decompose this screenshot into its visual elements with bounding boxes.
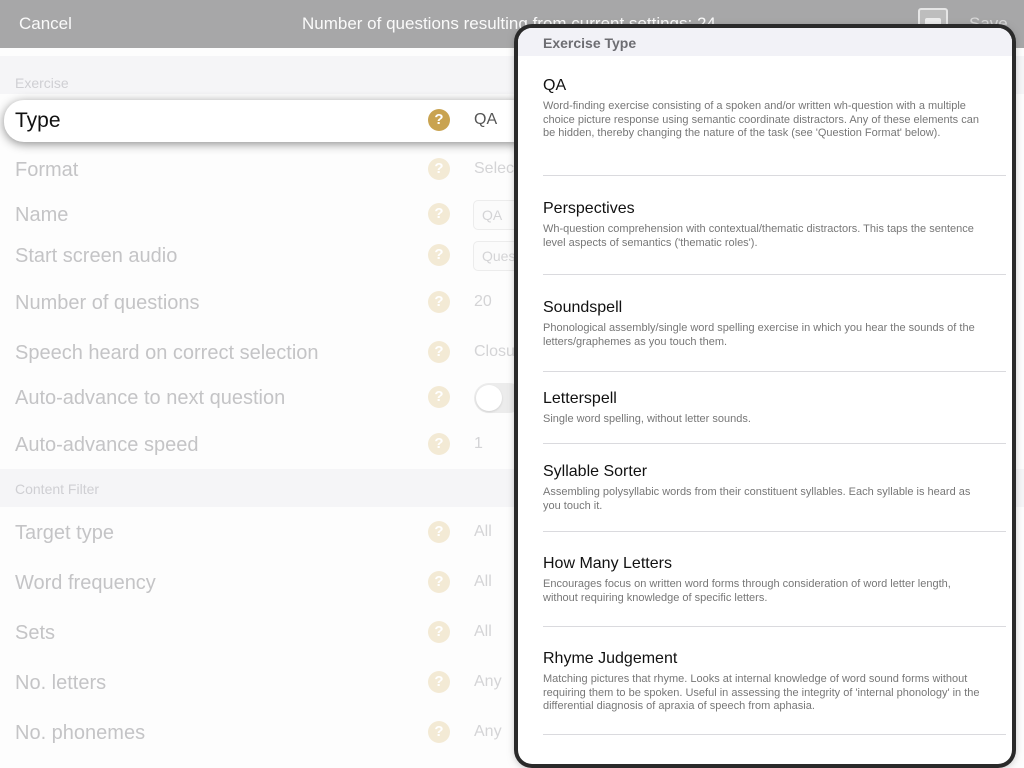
row-value: Any — [474, 723, 502, 740]
option-title: QA — [543, 77, 567, 94]
row-label: Start screen audio — [15, 245, 178, 267]
section-title: Content Filter — [15, 481, 100, 497]
row-letters[interactable]: No. letters ? Any — [0, 660, 520, 704]
option-description: Phonological assembly/single word spelli… — [543, 322, 975, 348]
row-word-frequency[interactable]: Word frequency ? All — [0, 560, 520, 604]
row-target-type[interactable]: Target type ? All — [0, 510, 520, 554]
help-icon[interactable]: ? — [428, 386, 450, 408]
option-soundspell[interactable]: Soundspell Phonological assembly/single … — [543, 299, 1006, 349]
row-phonemes[interactable]: No. phonemes ? Any — [0, 710, 520, 754]
section-title: Exercise — [15, 75, 69, 91]
help-icon[interactable]: ? — [428, 621, 450, 643]
row-label: No. letters — [15, 672, 107, 694]
row-name[interactable]: Name ? QA — [0, 192, 533, 236]
auto-advance-toggle[interactable] — [474, 383, 524, 413]
option-description: Matching pictures that rhyme. Looks at i… — [543, 673, 980, 712]
row-value: All — [474, 573, 492, 590]
row-label: Word frequency — [15, 572, 156, 594]
row-label: Auto-advance to next question — [15, 387, 286, 409]
option-title: Soundspell — [543, 299, 623, 316]
field-value: QA — [482, 207, 503, 223]
row-num-questions[interactable]: Number of questions ? 20 — [0, 280, 520, 324]
help-icon[interactable]: ? — [428, 671, 450, 693]
option-title: Perspectives — [543, 200, 635, 217]
help-icon[interactable]: ? — [428, 521, 450, 543]
row-label: Name — [15, 204, 69, 226]
option-letterspell[interactable]: Letterspell Single word spelling, withou… — [543, 390, 1006, 427]
option-description: Single word spelling, without letter sou… — [543, 413, 751, 425]
separator — [543, 626, 1006, 627]
separator — [543, 443, 1006, 444]
separator — [543, 734, 1006, 735]
row-sets[interactable]: Sets ? All — [0, 610, 520, 654]
option-qa[interactable]: QA Word-finding exercise consisting of a… — [543, 77, 1006, 141]
option-description: Wh-question comprehension with contextua… — [543, 223, 974, 249]
option-title: How Many Letters — [543, 555, 672, 572]
exercise-type-popover: Exercise Type QA Word-finding exercise c… — [518, 28, 1012, 764]
help-icon[interactable]: ? — [428, 158, 450, 180]
separator — [543, 371, 1006, 372]
row-value: QA — [474, 111, 498, 128]
help-icon[interactable]: ? — [428, 341, 450, 363]
option-description: Encourages focus on written word forms t… — [543, 578, 951, 604]
row-label: Number of questions — [15, 292, 200, 314]
row-value: 1 — [474, 435, 483, 452]
separator — [543, 274, 1006, 275]
row-label: Auto-advance speed — [15, 434, 199, 456]
row-auto-speed[interactable]: Auto-advance speed ? 1 — [0, 422, 520, 466]
option-how-many-letters[interactable]: How Many Letters Encourages focus on wri… — [543, 555, 1006, 605]
option-syllable-sorter[interactable]: Syllable Sorter Assembling polysyllabic … — [543, 463, 1006, 513]
row-label: Target type — [15, 522, 114, 544]
row-value: 20 — [474, 293, 492, 310]
row-speech-correct[interactable]: Speech heard on correct selection ? Clos… — [0, 330, 529, 374]
row-label: Sets — [15, 622, 56, 644]
separator — [543, 175, 1006, 176]
row-type[interactable]: Type ? QA — [4, 100, 520, 142]
option-description: Assembling polysyllabic words from their… — [543, 486, 971, 512]
option-rhyme-judgement[interactable]: Rhyme Judgement Matching pictures that r… — [543, 650, 1006, 714]
row-label: Format — [15, 159, 79, 181]
row-start-audio[interactable]: Start screen audio ? Questio — [0, 234, 533, 278]
option-title: Syllable Sorter — [543, 463, 648, 480]
option-description: Word-finding exercise consisting of a sp… — [543, 100, 979, 139]
help-icon[interactable]: ? — [428, 203, 450, 225]
row-value: Any — [474, 673, 502, 690]
row-format[interactable]: Format ? Select — [0, 148, 520, 192]
help-icon[interactable]: ? — [428, 721, 450, 743]
help-icon[interactable]: ? — [428, 571, 450, 593]
row-value: Select — [474, 160, 519, 177]
row-value: All — [474, 523, 492, 540]
row-label: Type — [15, 109, 61, 132]
row-label: Speech heard on correct selection — [15, 342, 319, 364]
help-icon[interactable]: ? — [428, 433, 450, 455]
row-value: All — [474, 623, 492, 640]
option-title: Letterspell — [543, 390, 617, 407]
option-title: Rhyme Judgement — [543, 650, 678, 667]
row-label: No. phonemes — [15, 722, 146, 744]
cancel-button[interactable]: Cancel — [19, 14, 72, 34]
popover-header: Exercise Type — [518, 28, 1012, 56]
help-icon[interactable]: ? — [428, 109, 450, 131]
option-perspectives[interactable]: Perspectives Wh-question comprehension w… — [543, 200, 1006, 250]
popover-title: Exercise Type — [543, 35, 637, 51]
separator — [543, 531, 1006, 532]
help-icon[interactable]: ? — [428, 291, 450, 313]
row-auto-advance[interactable]: Auto-advance to next question ? — [0, 375, 524, 419]
help-icon[interactable]: ? — [428, 244, 450, 266]
